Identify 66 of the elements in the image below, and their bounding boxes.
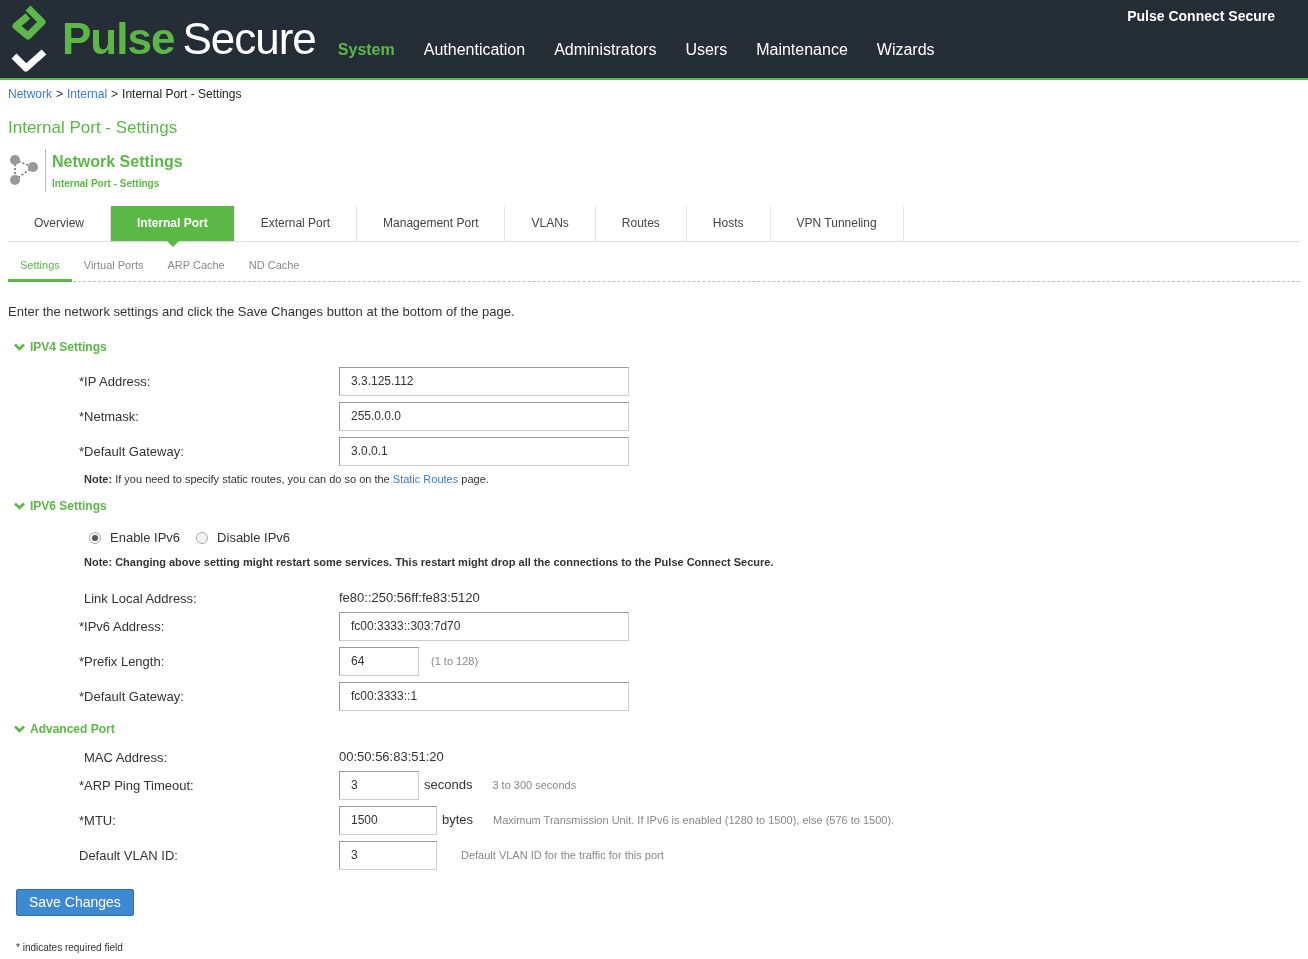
nav-link[interactable]: Authentication — [423, 38, 526, 62]
nav-link[interactable]: Maintenance — [756, 38, 848, 62]
unit-label: bytes — [442, 811, 474, 830]
breadcrumb-separator: > — [111, 86, 119, 103]
tab[interactable]: VPN Tunneling — [770, 205, 904, 241]
caret-icon — [166, 240, 179, 247]
note-text: Note: If you need to specify static routes, you can do so on the Static Routes page. — [84, 472, 489, 488]
field-label: *IP Address: — [79, 374, 151, 389]
breadcrumb-link[interactable]: Internal — [67, 85, 108, 103]
logo-text: Secure — [182, 13, 316, 65]
radio-label: Enable IPv6 — [110, 528, 181, 547]
static-routes-link[interactable]: Static Routes — [392, 473, 459, 486]
radio-label: Disable IPv6 — [217, 528, 291, 547]
tab[interactable]: VLANs — [505, 205, 596, 241]
field-value: fe80::250:56ff:fe83:5120 — [339, 588, 480, 607]
tab[interactable]: Hosts — [686, 205, 771, 241]
hint-text: 3 to 300 seconds — [492, 777, 577, 793]
breadcrumb-current: Internal Port - Settings — [122, 86, 242, 103]
input-field[interactable]: fc00:3333::303:7d70 — [339, 611, 629, 641]
footnote: * indicates required field — [15, 940, 124, 955]
input-field[interactable]: 3.3.125.112 — [339, 366, 629, 396]
section-subheading: Internal Port - Settings — [52, 176, 161, 191]
input-field[interactable]: 3.0.0.1 — [339, 436, 629, 466]
breadcrumb-separator: > — [56, 86, 64, 103]
subtab[interactable]: Virtual Ports — [71, 256, 156, 282]
field-label: Link Local Address: — [84, 590, 197, 606]
field-label: *IPv6 Address: — [79, 619, 165, 634]
page-title: Internal Port - Settings — [7, 117, 179, 139]
field-label: *Netmask: — [79, 409, 139, 424]
unit-label: seconds — [424, 776, 473, 795]
field-label: Default VLAN ID: — [79, 848, 178, 863]
input-field[interactable]: fc00:3333::1 — [339, 681, 629, 711]
field-label: *ARP Ping Timeout: — [79, 778, 194, 793]
nav-link[interactable]: Administrators — [554, 38, 657, 62]
radio-button[interactable] — [89, 531, 101, 544]
save-changes-button[interactable]: Save Changes — [16, 888, 134, 916]
breadcrumb-link[interactable]: Network — [8, 85, 52, 103]
warning-note: Note: Changing above setting might restart some services. This restart might drop all the connections to the Pulse Connect Secure. — [84, 555, 774, 571]
nav-link[interactable]: Users — [685, 38, 728, 62]
product-name: Pulse Connect Secure — [1127, 7, 1275, 26]
input-field[interactable]: 3 — [339, 840, 437, 870]
field-label: *Prefix Length: — [79, 654, 165, 669]
tab[interactable]: External Port — [234, 205, 358, 241]
field-label: *Default Gateway: — [79, 444, 184, 459]
nav-link[interactable]: Wizards — [876, 38, 935, 62]
tab[interactable]: Management Port — [357, 205, 506, 241]
field-label: *Default Gateway: — [79, 689, 184, 704]
hint-text: (1 to 128) — [431, 653, 479, 669]
logo-text: Pulse — [62, 13, 175, 65]
input-field[interactable]: 1500 — [339, 805, 437, 835]
field-value: 00:50:56:83:51:20 — [339, 747, 444, 766]
section-heading: Network Settings — [52, 151, 183, 172]
intro-text: Enter the network settings and click the Save Changes button at the bottom of the page. — [7, 303, 516, 321]
radio-button[interactable] — [196, 531, 209, 544]
tab[interactable]: Routes — [595, 205, 687, 241]
input-field[interactable]: 3 — [339, 770, 419, 800]
network-icon — [8, 153, 40, 187]
hint-text: Default VLAN ID for the traffic for this port — [461, 847, 664, 863]
field-label: MAC Address: — [84, 749, 168, 765]
hint-text: Maximum Transmission Unit. If IPv6 is enabled (1280 to 1500), else (576 to 1500). — [493, 812, 895, 828]
input-field[interactable]: 64 — [339, 646, 419, 676]
subtab[interactable]: ND Cache — [236, 256, 312, 282]
input-field[interactable]: 255.0.0.0 — [339, 401, 629, 431]
field-label: *MTU: — [79, 813, 116, 828]
subtab[interactable]: ARP Cache — [155, 256, 237, 282]
nav-link[interactable]: System — [337, 38, 395, 62]
